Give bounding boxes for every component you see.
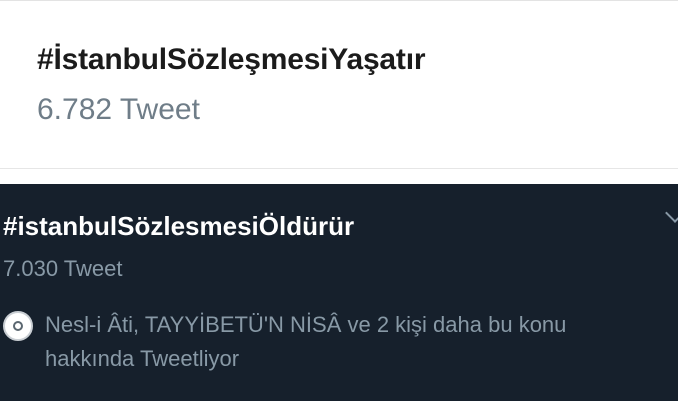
avatar-icon[interactable] [3, 311, 33, 341]
trend-hashtag[interactable]: #istanbulSözlesmesiÖldürür [3, 211, 354, 242]
social-context-line-1: Nesl-i Âti, TAYYİBETÜ'N NİSÂ ve 2 kişi d… [45, 312, 567, 337]
trend-item-istanbul-sozlesmesi-oldurur[interactable]: #istanbulSözlesmesiÖldürür 7.030 Tweet N… [0, 184, 678, 401]
social-context: Nesl-i Âti, TAYYİBETÜ'N NİSÂ ve 2 kişi d… [45, 308, 675, 376]
section-divider [0, 168, 678, 184]
trend-tweet-count: 6.782 Tweet [37, 93, 200, 126]
chevron-down-icon[interactable] [665, 203, 678, 223]
trend-tweet-count: 7.030 Tweet [3, 256, 123, 281]
social-context-line-2: hakkında Tweetliyor [45, 346, 240, 371]
trend-hashtag[interactable]: #İstanbulSözleşmesiYaşatır [37, 43, 426, 77]
trend-item-istanbul-sozlesmesi-yasatir[interactable]: #İstanbulSözleşmesiYaşatır 6.782 Tweet [0, 0, 678, 168]
